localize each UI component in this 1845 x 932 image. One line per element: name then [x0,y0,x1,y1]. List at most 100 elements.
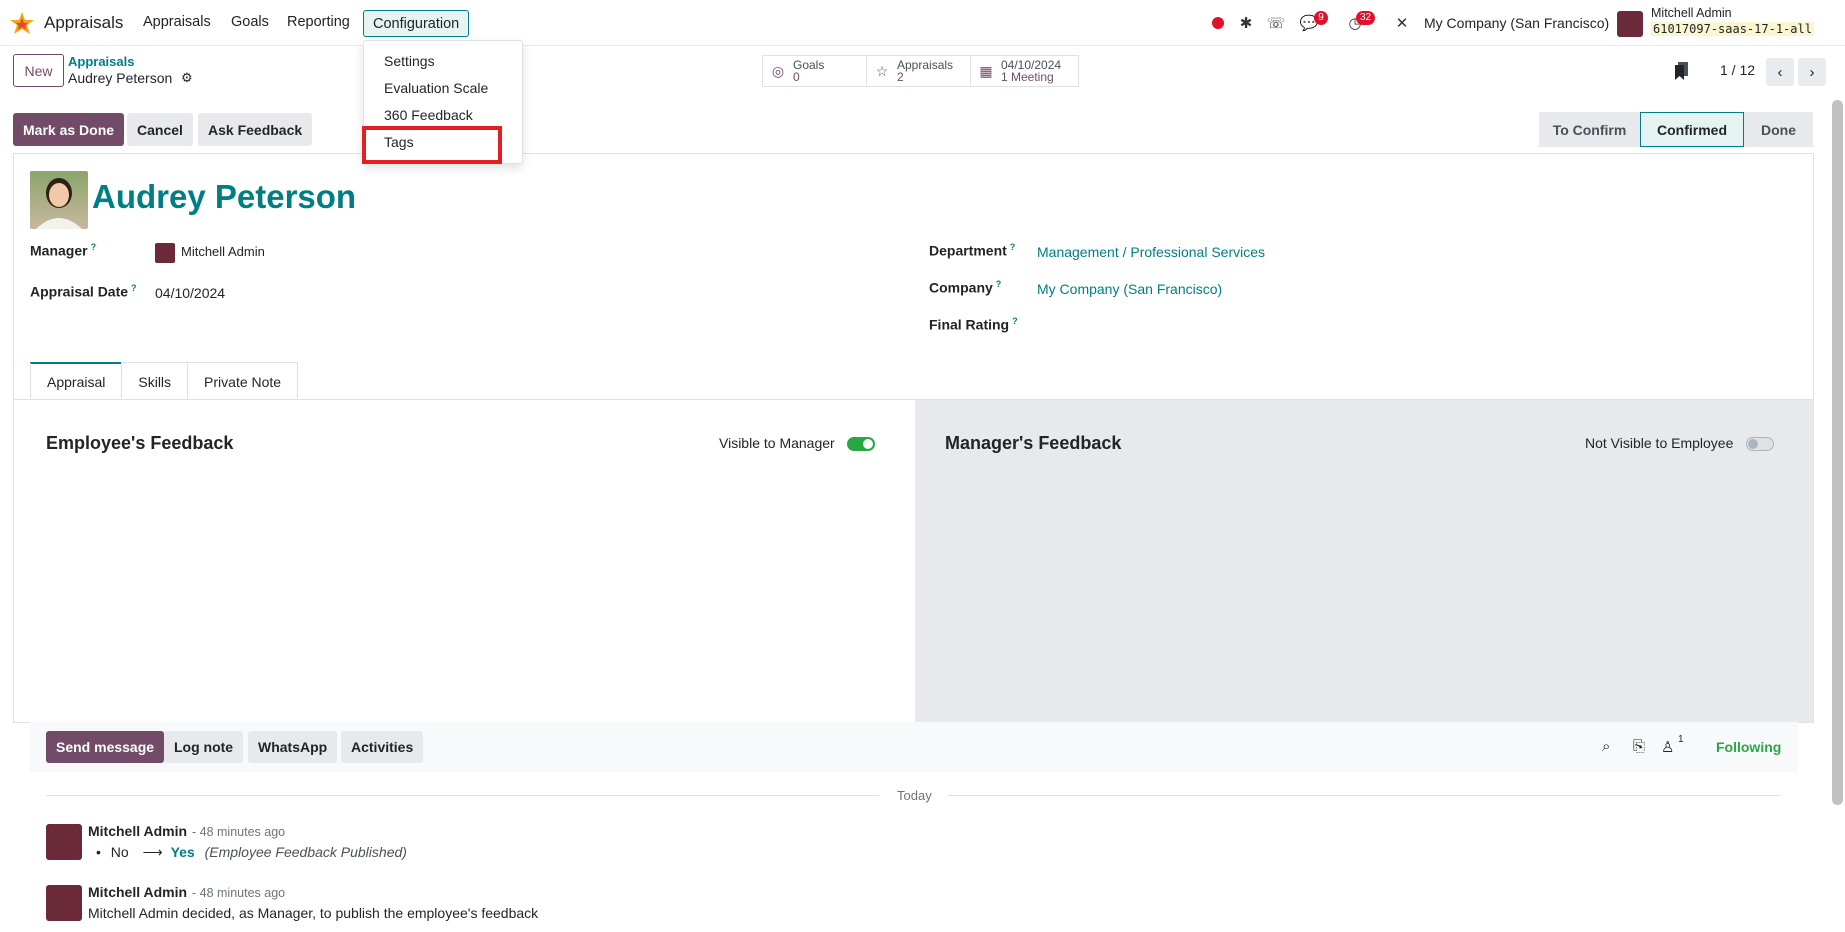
department-label: Department? [929,242,1015,259]
company-label-text: Company [929,279,993,296]
company-value[interactable]: My Company (San Francisco) [1037,281,1222,297]
ask-feedback-button[interactable]: Ask Feedback [198,113,313,146]
date-separator: Today [897,788,932,803]
app-name[interactable]: Appraisals [44,13,123,33]
send-message-label: Send message [56,739,155,755]
target-icon: ◎ [771,62,785,79]
not-visible-to-employee-label: Not Visible to Employee [1585,435,1734,451]
activities-button[interactable]: Activities [341,731,424,763]
tab-private-note-label: Private Note [204,373,282,390]
message-avatar[interactable] [46,885,82,921]
menu-item-360-feedback[interactable]: 360 Feedback [384,107,473,123]
employee-name[interactable]: Audrey Peterson [92,178,356,216]
message-author[interactable]: Mitchell Admin [88,884,187,900]
help-icon[interactable]: ? [1010,242,1016,252]
log-note-button[interactable]: Log note [164,731,244,763]
user-avatar[interactable] [1617,11,1643,37]
date-divider-right [948,795,1781,796]
menu-appraisals[interactable]: Appraisals [143,14,211,30]
help-icon[interactable]: ? [996,279,1002,289]
goals-count: 0 [793,70,800,84]
company-switcher[interactable]: My Company (San Francisco) [1424,15,1609,31]
help-icon[interactable]: ? [131,283,137,293]
calendar-icon: ▦ [979,62,993,79]
database-name: 61017097-saas-17-1-all [1651,22,1814,36]
ask-feedback-label: Ask Feedback [208,121,303,138]
menu-item-settings[interactable]: Settings [384,53,435,69]
menu-goals[interactable]: Goals [231,14,269,30]
paperclip-icon[interactable]: ⎘ [1633,738,1645,755]
company-label: Company? [929,279,1001,296]
activities-label: Activities [351,739,414,755]
manager-label-text: Manager [30,242,88,259]
bullet: • [96,844,101,860]
debug-bug-icon[interactable]: ✱ [1236,13,1256,33]
help-icon[interactable]: ? [91,242,97,252]
meeting-smart-button[interactable]: ▦ 04/10/2024 1 Meeting [970,55,1079,87]
stage-to-confirm[interactable]: To Confirm [1539,112,1640,147]
log-note-label: Log note [174,739,234,755]
appraisals-smart-button[interactable]: ☆ Appraisals 2 [866,55,971,87]
stage-done[interactable]: Done [1744,112,1813,147]
appraisal-date-label-text: Appraisal Date [30,283,129,300]
final-rating-label: Final Rating? [929,316,1018,333]
visible-to-manager-label: Visible to Manager [719,435,835,451]
send-message-button[interactable]: Send message [46,731,165,763]
message-avatar[interactable] [46,824,82,860]
app-logo-icon[interactable] [10,12,34,34]
menu-item-evaluation-scale[interactable]: Evaluation Scale [384,80,488,96]
tab-skills[interactable]: Skills [121,362,189,400]
menu-configuration[interactable]: Configuration [363,10,470,37]
pager-next-icon[interactable]: › [1798,58,1826,86]
department-value[interactable]: Management / Professional Services [1037,244,1265,260]
user-name[interactable]: Mitchell Admin [1651,6,1732,20]
stage-confirmed-label: Confirmed [1657,121,1727,138]
tab-appraisal-label: Appraisal [47,374,106,390]
whatsapp-label: WhatsApp [258,739,328,755]
form-tabs: Appraisal Skills Private Note [30,362,299,400]
department-label-text: Department [929,242,1007,259]
visible-to-manager-toggle[interactable] [847,437,875,451]
mark-as-done-label: Mark as Done [23,121,115,138]
message-time: - 48 minutes ago [192,825,286,839]
page-scrollbar[interactable] [1832,100,1843,805]
manager-avatar [155,243,175,263]
mark-as-done-button[interactable]: Mark as Done [13,113,125,146]
bookmark-icon[interactable] [1675,62,1689,80]
search-icon[interactable]: ⌕ [1602,738,1610,755]
tab-private-note[interactable]: Private Note [187,362,299,400]
new-button[interactable]: New [13,54,64,87]
appraisal-date-label: Appraisal Date? [30,283,137,300]
meeting-count: 1 Meeting [1001,70,1054,84]
breadcrumb-parent[interactable]: Appraisals [68,54,134,69]
status-bar: To Confirm Confirmed Done [1539,112,1813,147]
followers-count: 1 [1678,734,1684,745]
phone-icon[interactable]: ☏ [1266,13,1286,33]
manager-feedback-title: Manager's Feedback [945,433,1122,453]
whatsapp-button[interactable]: WhatsApp [248,731,338,763]
stage-confirmed[interactable]: Confirmed [1640,112,1744,147]
following-button[interactable]: Following [1716,739,1781,755]
goals-smart-button[interactable]: ◎ Goals 0 [762,55,867,87]
tags-highlight [362,126,502,164]
tools-icon[interactable]: ✕ [1392,13,1412,33]
tab-appraisal[interactable]: Appraisal [30,362,123,400]
message-author[interactable]: Mitchell Admin [88,823,187,839]
appraisals-label: Appraisals [897,58,954,72]
appraisal-date-value[interactable]: 04/10/2024 [155,285,225,301]
visible-to-employee-toggle[interactable] [1746,437,1774,451]
gear-icon[interactable]: ⚙ [181,70,193,86]
manager-value[interactable]: Mitchell Admin [181,244,265,259]
menu-reporting[interactable]: Reporting [287,14,350,30]
recording-dot-icon[interactable] [1208,13,1228,33]
final-rating-label-text: Final Rating [929,316,1010,333]
message-body: Mitchell Admin decided, as Manager, to p… [88,905,539,921]
pager-previous-icon[interactable]: ‹ [1766,58,1794,86]
appraisals-count: 2 [897,70,904,84]
help-icon[interactable]: ? [1012,316,1018,326]
cancel-button[interactable]: Cancel [127,113,193,146]
top-navbar: Appraisals Appraisals Goals Reporting Co… [0,0,1845,46]
pager-value[interactable]: 1 / 12 [1720,62,1755,78]
followers-icon[interactable]: ♙ [1661,738,1674,756]
messages-badge: 9 [1314,11,1328,25]
